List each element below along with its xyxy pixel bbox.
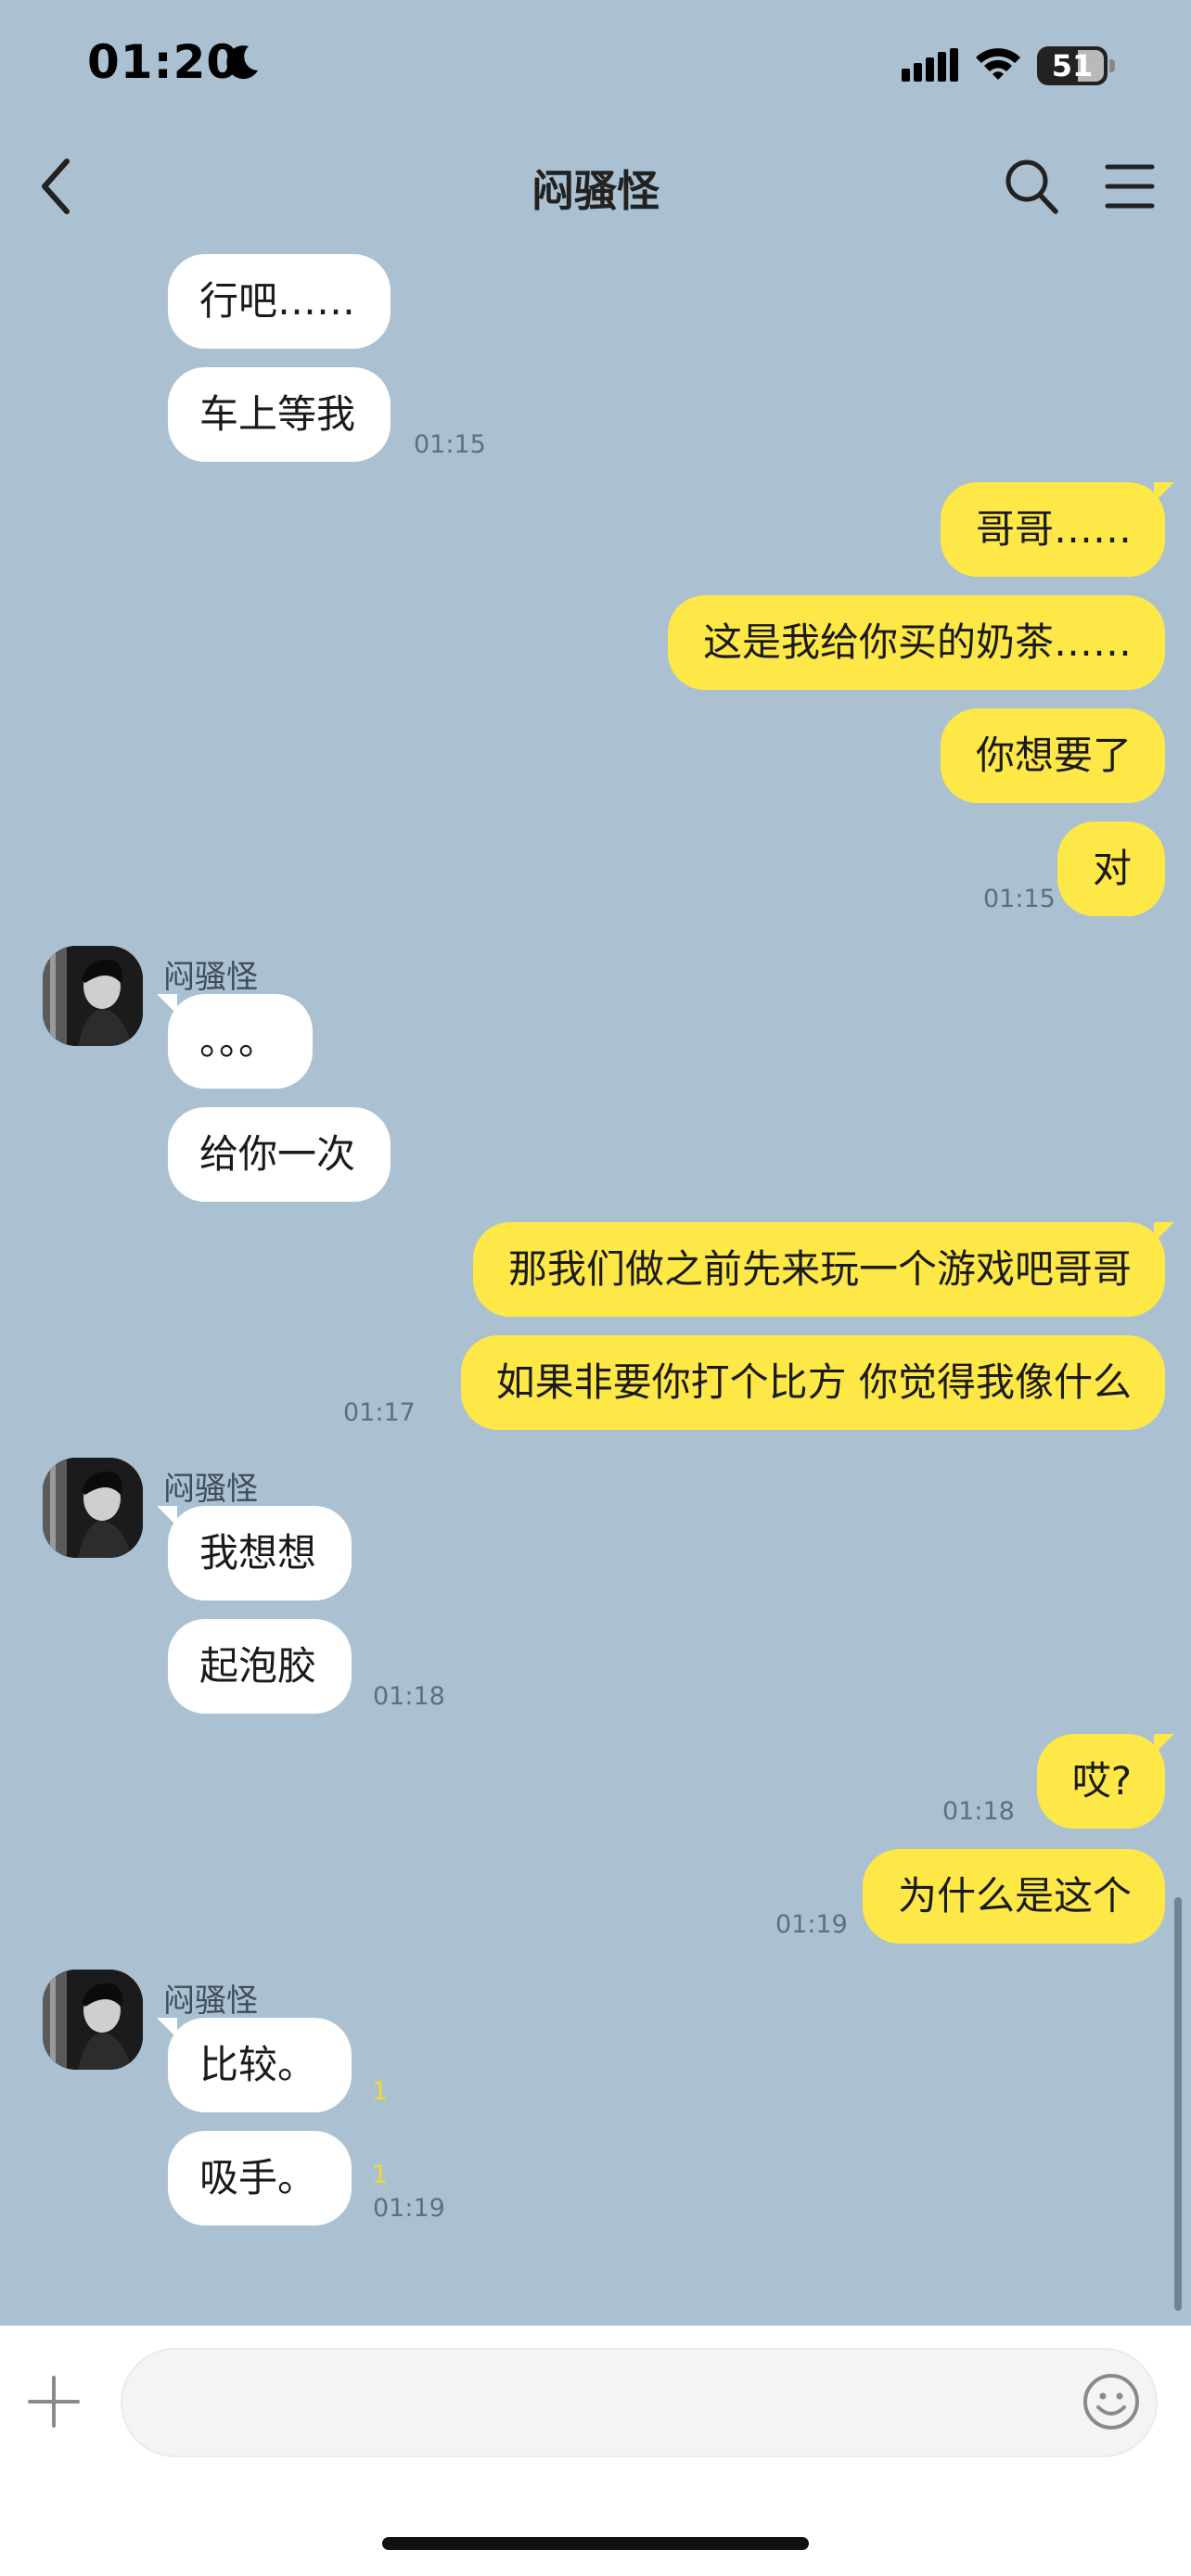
message-bubble-outgoing[interactable]: 哎? <box>1036 1734 1174 1829</box>
message-text: 这是我给你买的奶茶…… <box>702 619 1132 665</box>
message-text: 你想要了 <box>975 733 1132 778</box>
message-bubble-incoming[interactable]: 起泡胶 <box>168 1619 352 1714</box>
message-text: 那我们做之前先来玩一个游戏吧哥哥 <box>507 1246 1132 1292</box>
do-not-disturb-moon-icon <box>226 45 258 80</box>
message-text: 行吧…… <box>199 278 356 324</box>
avatar-photo <box>43 946 143 1046</box>
battery-icon: 51 <box>1037 46 1117 85</box>
message-bubble-outgoing[interactable]: 对 <box>1057 822 1165 916</box>
search-icon[interactable] <box>1004 158 1059 215</box>
message-timestamp: 01:19 <box>373 2194 445 2223</box>
message-text: 如果非要你打个比方 你觉得我像什么 <box>495 1359 1132 1405</box>
message-bubble-outgoing[interactable]: 哥哥…… <box>940 482 1174 577</box>
cellular-signal-icon <box>902 48 958 82</box>
message-bubble-incoming[interactable]: 车上等我 <box>168 367 391 462</box>
emoji-icon[interactable] <box>1082 2372 1141 2431</box>
bubble-tail <box>157 994 177 1014</box>
menu-icon[interactable] <box>1104 161 1156 211</box>
message-text: 哎? <box>1071 1758 1132 1804</box>
bubble-tail <box>157 1506 177 1526</box>
message-bubble-outgoing[interactable]: 为什么是这个 <box>862 1849 1165 1944</box>
bubble-tail <box>1154 1222 1174 1243</box>
message-timestamp: 01:18 <box>942 1797 1015 1826</box>
message-bubble-incoming[interactable]: 。。。 <box>157 994 314 1089</box>
bubble-tail <box>1154 1734 1174 1754</box>
sender-name: 闷骚怪 <box>163 1471 258 1508</box>
avatar[interactable] <box>43 1458 143 1558</box>
unread-count: 1 <box>372 2161 389 2189</box>
message-text: 。。。 <box>199 1018 278 1064</box>
message-timestamp: 01:15 <box>983 885 1056 913</box>
message-bubble-outgoing[interactable]: 这是我给你买的奶茶…… <box>667 595 1165 690</box>
message-text: 我想想 <box>199 1530 317 1575</box>
bubble-tail <box>157 2018 177 2038</box>
message-text: 为什么是这个 <box>897 1873 1132 1919</box>
message-bubble-incoming[interactable]: 给你一次 <box>168 1107 391 1202</box>
wifi-icon <box>976 48 1020 80</box>
bubble-tail <box>1154 482 1174 503</box>
message-timestamp: 01:15 <box>414 430 486 459</box>
message-timestamp: 01:18 <box>373 1682 445 1711</box>
avatar[interactable] <box>43 946 143 1046</box>
chat-scrollbar[interactable] <box>1174 1897 1182 2311</box>
message-timestamp: 01:17 <box>343 1398 416 1427</box>
message-bubble-outgoing[interactable]: 那我们做之前先来玩一个游戏吧哥哥 <box>472 1222 1174 1317</box>
message-bubble-incoming[interactable]: 行吧…… <box>168 254 391 349</box>
message-bubble-outgoing[interactable]: 你想要了 <box>940 708 1165 803</box>
unread-count: 1 <box>372 2077 389 2106</box>
message-bubble-incoming[interactable]: 比较。 <box>157 2018 352 2112</box>
message-input[interactable] <box>121 2348 1158 2457</box>
message-text: 起泡胶 <box>199 1643 317 1689</box>
message-timestamp: 01:19 <box>775 1910 848 1939</box>
sender-name: 闷骚怪 <box>163 1983 258 2020</box>
status-time: 01:20 <box>87 35 240 89</box>
message-text: 车上等我 <box>199 391 356 437</box>
message-text: 比较。 <box>199 2042 317 2087</box>
sender-name: 闷骚怪 <box>163 959 258 996</box>
message-bubble-outgoing[interactable]: 如果非要你打个比方 你觉得我像什么 <box>460 1335 1165 1430</box>
plus-icon[interactable] <box>26 2374 82 2429</box>
battery-level: 51 <box>1051 48 1094 83</box>
message-bubble-incoming[interactable]: 吸手。 <box>168 2131 352 2225</box>
home-indicator[interactable] <box>382 2537 809 2550</box>
message-text: 对 <box>1092 846 1132 891</box>
message-text: 吸手。 <box>199 2155 317 2200</box>
avatar[interactable] <box>43 1970 143 2070</box>
avatar-photo <box>43 1458 143 1558</box>
avatar-photo <box>43 1970 143 2070</box>
message-text: 哥哥…… <box>975 506 1132 552</box>
message-bubble-incoming[interactable]: 我想想 <box>157 1506 352 1600</box>
message-text: 给你一次 <box>199 1131 356 1177</box>
